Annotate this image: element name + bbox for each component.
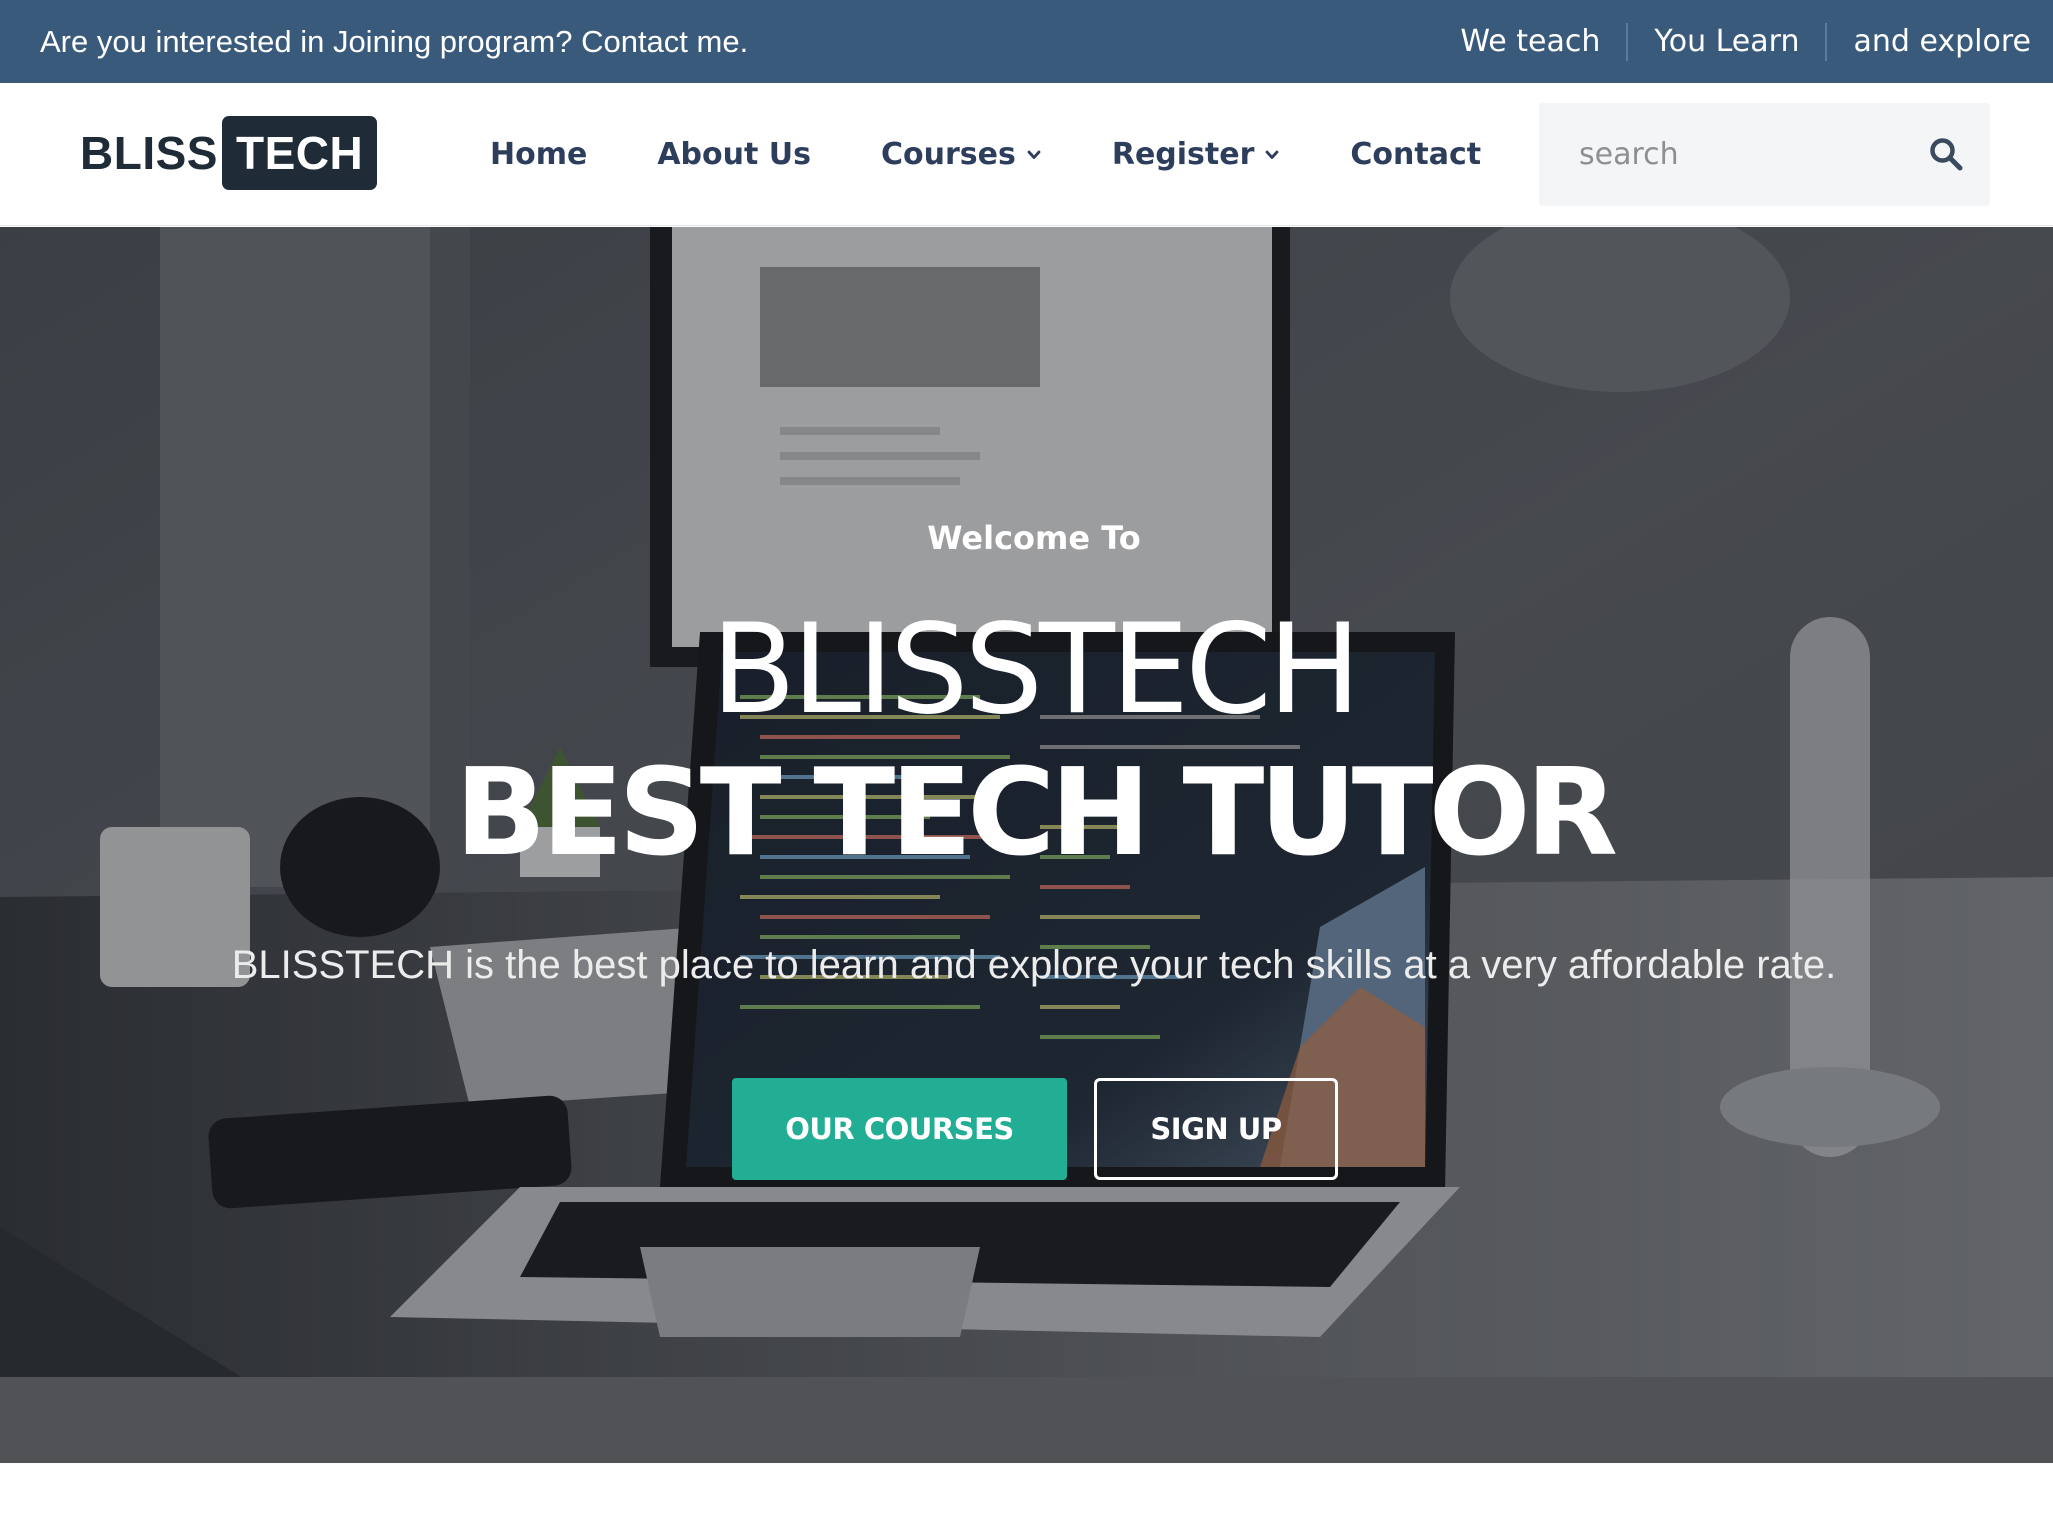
nav-item-label: Courses: [881, 137, 1016, 172]
nav-item-courses[interactable]: Courses: [881, 137, 1042, 172]
site-logo[interactable]: BLISS TECH: [80, 116, 378, 190]
nav-item-about-us[interactable]: About Us: [657, 137, 811, 172]
nav-item-label: Home: [490, 137, 588, 172]
chevron-down-icon: [1027, 150, 1041, 159]
chevron-down-icon: [1265, 150, 1279, 159]
nav-item-label: Contact: [1350, 137, 1482, 172]
nav-item-label: About Us: [657, 137, 811, 172]
hero-tagline: BEST TECH TUTOR: [454, 744, 1618, 883]
hero-welcome-text: Welcome To: [927, 519, 1141, 557]
nav-item-home[interactable]: Home: [490, 137, 587, 172]
hero-brand-title: BLISSTECH: [710, 598, 1361, 742]
nav-item-register[interactable]: Register: [1112, 137, 1281, 172]
our-courses-button[interactable]: OUR COURSES: [732, 1078, 1067, 1180]
search-icon[interactable]: [1928, 136, 1964, 172]
logo-text-tech: TECH: [221, 116, 378, 190]
topbar-links: We teach You Learn and explore: [1434, 0, 2031, 83]
main-nav: Home About Us Courses Register Contact: [490, 83, 1551, 226]
site-header: BLISS TECH Home About Us Courses Registe…: [0, 83, 2053, 226]
nav-item-label: Register: [1111, 137, 1255, 172]
topbar-link-we-teach[interactable]: We teach: [1434, 24, 1626, 59]
logo-text-bliss: BLISS: [80, 127, 218, 179]
sign-up-button[interactable]: SIGN UP: [1094, 1078, 1338, 1180]
search-input[interactable]: [1539, 103, 1919, 206]
nav-item-contact[interactable]: Contact: [1350, 137, 1481, 172]
top-announcement-bar: Are you interested in Joining program? C…: [0, 0, 2053, 83]
hero-description: BLISSTECH is the best place to learn and…: [231, 943, 1837, 987]
topbar-link-and-explore[interactable]: and explore: [1827, 24, 2031, 59]
hero-section: Welcome To BLISSTECH BEST TECH TUTOR BLI…: [0, 227, 2053, 1463]
topbar-link-you-learn[interactable]: You Learn: [1628, 24, 1825, 59]
search-box: [1539, 103, 1990, 206]
announcement-text: Are you interested in Joining program? C…: [40, 24, 749, 59]
